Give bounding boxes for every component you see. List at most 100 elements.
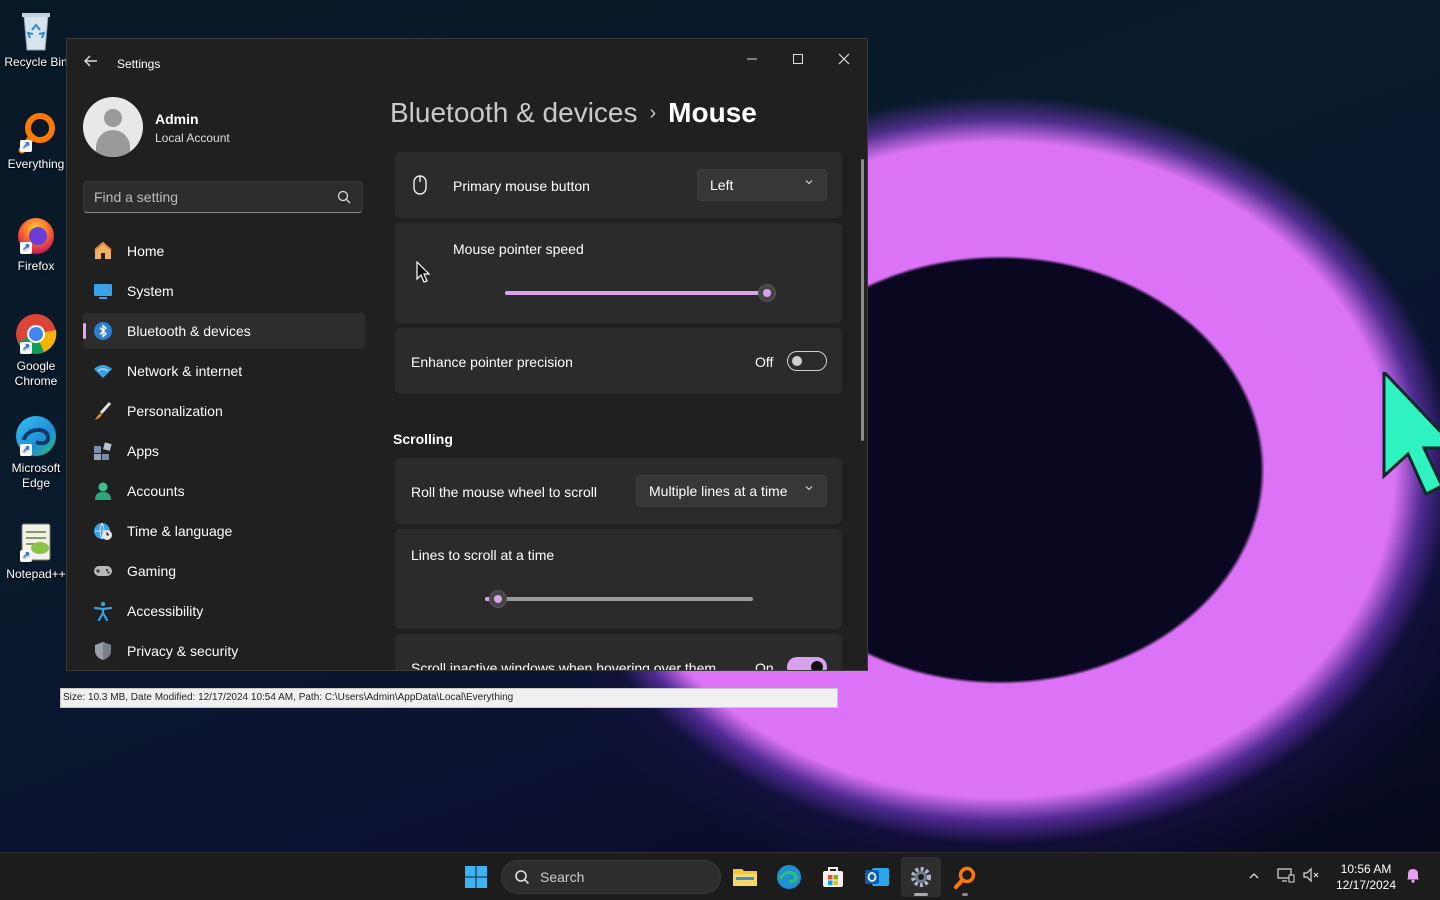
- globe-clock-icon: [93, 521, 113, 541]
- enhance-precision-toggle[interactable]: [787, 351, 827, 371]
- content-scrollbar[interactable]: [861, 159, 864, 441]
- breadcrumb-parent-link[interactable]: Bluetooth & devices: [390, 97, 638, 128]
- desktop-icon-recycle-bin[interactable]: Recycle Bin: [4, 8, 68, 70]
- sidebar-item-privacy-security[interactable]: Privacy & security: [83, 633, 365, 669]
- wifi-icon: [93, 361, 113, 381]
- clock-date: 12/17/2024: [1335, 878, 1397, 892]
- desktop-icon-notepadpp[interactable]: ↗ Notepad++: [4, 520, 68, 582]
- dropdown-value: Left: [710, 177, 734, 193]
- taskbar-store[interactable]: [813, 857, 853, 897]
- desktop-icon-label: Recycle Bin: [4, 55, 68, 69]
- taskbar-search[interactable]: Search: [501, 860, 721, 894]
- close-button[interactable]: [821, 45, 867, 75]
- taskbar-file-explorer[interactable]: [725, 857, 765, 897]
- breadcrumb: Bluetooth & devices › Mouse: [390, 97, 757, 129]
- sidebar-item-personalization[interactable]: Personalization: [83, 393, 365, 429]
- slider-thumb[interactable]: [758, 284, 776, 302]
- enhance-precision-label: Enhance pointer precision: [411, 354, 573, 370]
- lines-to-scroll-slider[interactable]: [485, 590, 753, 608]
- desktop-icon-firefox[interactable]: ↗ Firefox: [4, 212, 68, 274]
- chevron-up-icon: [1249, 873, 1259, 879]
- user-name: Admin: [155, 111, 199, 127]
- primary-mouse-button-label: Primary mouse button: [453, 178, 590, 194]
- chrome-icon: ↗: [14, 312, 58, 356]
- mouse-pointer-icon: [416, 261, 431, 283]
- volume-tray-button[interactable]: [1301, 867, 1321, 887]
- sidebar-item-bluetooth-devices[interactable]: Bluetooth & devices: [83, 313, 365, 349]
- bell-icon: [1407, 869, 1419, 883]
- taskbar-edge[interactable]: [769, 857, 809, 897]
- home-icon: [93, 241, 113, 261]
- sidebar-item-label: Privacy & security: [127, 643, 239, 659]
- clock-time: 10:56 AM: [1340, 862, 1392, 876]
- desktop-icon-chrome[interactable]: ↗ Google Chrome: [4, 312, 68, 389]
- sidebar-item-time-language[interactable]: Time & language: [83, 513, 365, 549]
- sidebar-item-network[interactable]: Network & internet: [83, 353, 365, 389]
- roll-wheel-label: Roll the mouse wheel to scroll: [411, 484, 597, 500]
- speaker-muted-icon: [1303, 867, 1319, 883]
- chevron-down-icon: [804, 170, 814, 200]
- toggle-state-text: Off: [755, 354, 774, 370]
- sidebar-item-accounts[interactable]: Accounts: [83, 473, 365, 509]
- toggle-state-text: On: [755, 660, 774, 671]
- taskbar-clock[interactable]: 10:56 AM 12/17/2024: [1330, 861, 1402, 893]
- desktop-icon-edge[interactable]: ↗ Microsoft Edge: [4, 414, 68, 491]
- person-icon: [93, 481, 113, 501]
- sidebar-item-label: System: [127, 283, 174, 299]
- pointer-speed-slider[interactable]: [505, 284, 776, 302]
- maximize-button[interactable]: [775, 45, 821, 75]
- back-arrow-icon: [84, 55, 97, 67]
- minimize-button[interactable]: [729, 45, 775, 75]
- taskbar-settings[interactable]: [901, 857, 941, 897]
- active-indicator: [914, 893, 928, 896]
- network-tray-button[interactable]: [1276, 867, 1296, 887]
- sidebar-nav: Home System Bluetooth & devices Network …: [83, 233, 365, 670]
- gamepad-icon: [93, 561, 113, 581]
- close-icon: [838, 53, 850, 65]
- primary-mouse-button-card: Primary mouse button Left: [395, 152, 842, 218]
- slider-thumb[interactable]: [489, 590, 508, 608]
- user-profile[interactable]: Admin Local Account: [83, 95, 373, 159]
- desktop-icon-label: Everything: [7, 157, 65, 171]
- minimize-icon: [747, 58, 757, 60]
- sidebar-item-home[interactable]: Home: [83, 233, 365, 269]
- sidebar-item-label: Personalization: [127, 403, 223, 419]
- taskbar-search-label: Search: [540, 869, 585, 885]
- maximize-icon: [793, 54, 803, 64]
- shield-icon: [93, 641, 113, 661]
- primary-mouse-button-dropdown[interactable]: Left: [697, 169, 827, 201]
- lines-to-scroll-label: Lines to scroll at a time: [411, 547, 555, 563]
- window-title: Settings: [117, 57, 161, 71]
- desktop-icon-label: Microsoft Edge: [11, 461, 61, 490]
- dropdown-value: Multiple lines at a time: [649, 483, 788, 499]
- roll-wheel-card: Roll the mouse wheel to scroll Multiple …: [395, 458, 842, 524]
- title-bar: Settings: [67, 39, 867, 87]
- sidebar-item-gaming[interactable]: Gaming: [83, 553, 365, 589]
- shortcut-arrow-icon: ↗: [20, 550, 32, 562]
- desktop-icon-everything[interactable]: ↗ Everything: [4, 110, 68, 172]
- sidebar-item-label: Bluetooth & devices: [127, 323, 251, 339]
- show-hidden-icons-button[interactable]: [1244, 867, 1264, 887]
- desktop-icon-label: Notepad++: [6, 567, 66, 581]
- taskbar-outlook[interactable]: [857, 857, 897, 897]
- find-setting-search[interactable]: [83, 181, 363, 213]
- scroll-inactive-toggle[interactable]: [787, 657, 827, 670]
- shortcut-arrow-icon: ↗: [20, 342, 32, 354]
- shortcut-arrow-icon: ↗: [20, 242, 32, 254]
- sidebar-item-accessibility[interactable]: Accessibility: [83, 593, 365, 629]
- sidebar-item-system[interactable]: System: [83, 273, 365, 309]
- sidebar-item-label: Network & internet: [127, 363, 243, 379]
- sidebar-item-label: Apps: [127, 443, 159, 459]
- search-icon: [337, 190, 351, 204]
- roll-wheel-dropdown[interactable]: Multiple lines at a time: [636, 475, 827, 507]
- notifications-button[interactable]: [1403, 867, 1423, 887]
- sidebar-item-apps[interactable]: Apps: [83, 433, 365, 469]
- search-input[interactable]: [84, 182, 324, 212]
- shortcut-arrow-icon: ↗: [20, 444, 32, 456]
- back-button[interactable]: [81, 53, 101, 73]
- mouse-icon: [413, 175, 427, 195]
- edge-icon: [777, 865, 801, 889]
- taskbar-everything[interactable]: [945, 857, 985, 897]
- start-button[interactable]: [456, 857, 496, 897]
- sidebar-item-label: Home: [127, 243, 165, 259]
